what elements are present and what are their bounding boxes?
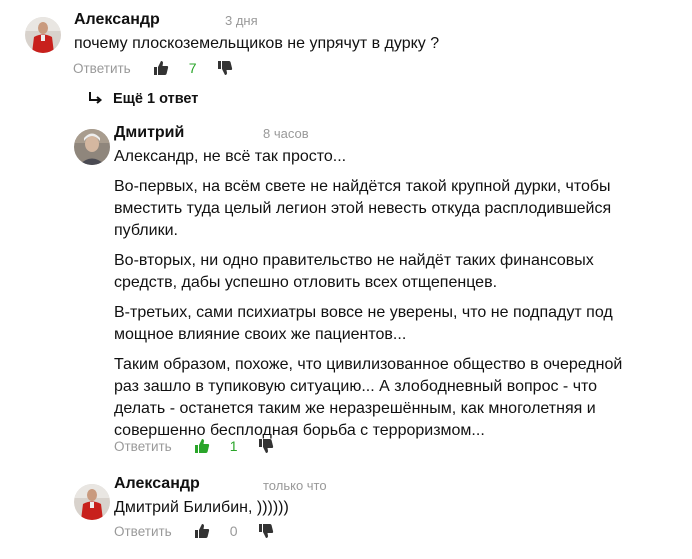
thumbs-up-icon[interactable] [194,438,210,454]
comment-time: только что [263,478,327,493]
comment-actions: Ответить 1 [114,436,274,456]
comment-author[interactable]: Александр [114,475,200,493]
avatar[interactable] [74,129,110,165]
thumbs-up-icon[interactable] [194,523,210,539]
like-count: 1 [229,438,238,454]
comment-time: 3 дня [225,13,258,28]
comment-actions: Ответить 7 [73,58,233,78]
reply-arrow-icon [87,91,103,107]
comment-1: Александр 3 дня почему плоскоземельщиков… [0,0,692,80]
comment-text: почему плоскоземельщиков не упрячут в ду… [74,33,674,55]
comment-author[interactable]: Александр [74,11,160,29]
comment-paragraph: почему плоскоземельщиков не упрячут в ду… [74,35,440,52]
comment-paragraph: Во-вторых, ни одно правительство не найд… [114,252,594,291]
like-count: 0 [229,523,238,539]
comment-actions: Ответить 0 [114,521,274,541]
reply-button[interactable]: Ответить [114,524,172,539]
avatar[interactable] [74,484,110,520]
comment-paragraph: Дмитрий Билибин, )))))) [114,499,289,516]
comment-3: Александр только что Дмитрий Билибин, ))… [0,470,692,559]
avatar[interactable] [25,17,61,53]
thumbs-down-icon[interactable] [258,438,274,454]
comment-text: Александр, не всё так просто... Во-первы… [114,146,634,450]
comment-paragraph: Александр, не всё так просто... [114,148,347,165]
thumbs-down-icon[interactable] [217,60,233,76]
thumbs-down-icon[interactable] [258,523,274,539]
more-replies-link[interactable]: Ещё 1 ответ [87,89,198,109]
more-replies-label: Ещё 1 ответ [113,91,199,107]
comment-author[interactable]: Дмитрий [114,124,184,142]
comment-time: 8 часов [263,126,309,141]
reply-button[interactable]: Ответить [73,61,131,76]
comment-paragraph: Таким образом, похоже, что цивилизованно… [114,356,623,439]
comment-text: Дмитрий Билибин, )))))) [114,497,634,519]
comment-paragraph: Во-первых, на всём свете не найдётся так… [114,178,612,239]
comment-paragraph: В-третьих, сами психиатры вовсе не увере… [114,304,613,343]
reply-button[interactable]: Ответить [114,439,172,454]
like-count: 7 [188,60,197,76]
thumbs-up-icon[interactable] [153,60,169,76]
comment-2: Дмитрий 8 часов Александр, не всё так пр… [0,120,692,460]
